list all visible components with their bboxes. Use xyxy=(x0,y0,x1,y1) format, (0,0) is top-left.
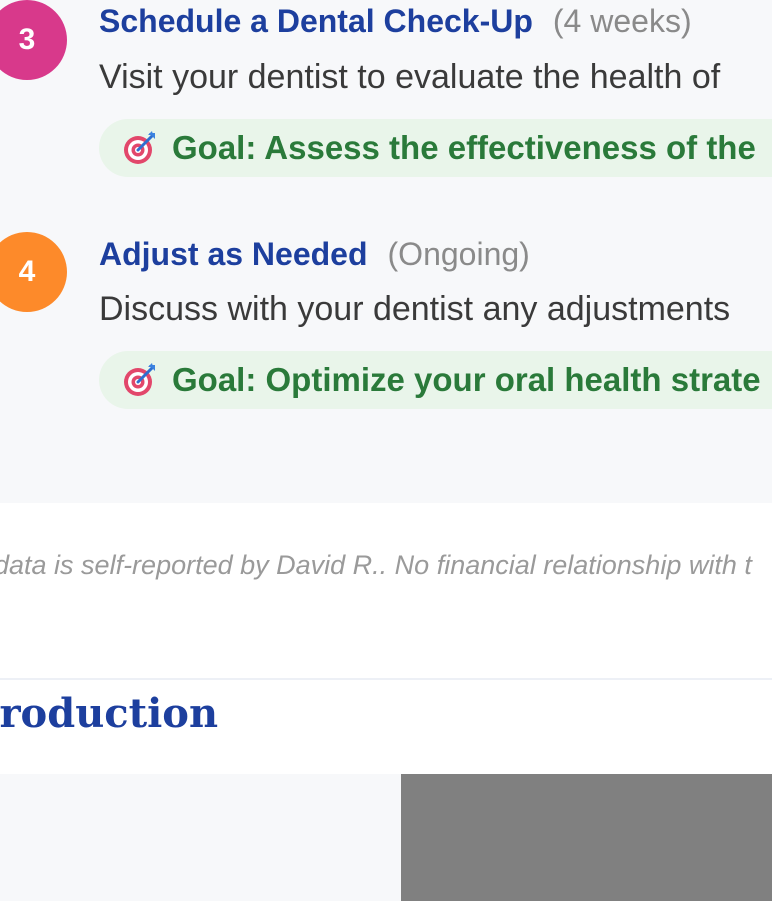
target-dart-icon xyxy=(124,363,155,396)
step-number: 4 xyxy=(18,255,36,288)
step-goal-text: Goal: Optimize your oral health strate xyxy=(172,361,761,398)
step-goal-pill: Goal: Optimize your oral health strate xyxy=(99,351,772,409)
step-number: 3 xyxy=(18,23,36,56)
intro-image-placeholder xyxy=(401,774,772,901)
step-title: Adjust as Needed xyxy=(99,236,368,272)
introduction-heading: troduction xyxy=(0,690,219,737)
step-duration: (Ongoing) xyxy=(387,236,530,272)
step-number-badge: 3 xyxy=(0,0,67,80)
section-divider xyxy=(0,678,772,680)
step-goal-pill: Goal: Assess the effectiveness of the xyxy=(99,119,772,177)
step-title-row: Adjust as Needed (Ongoing) xyxy=(99,234,530,274)
step-goal-text: Goal: Assess the effectiveness of the xyxy=(172,129,756,166)
page-viewport: 3 Schedule a Dental Check-Up (4 weeks) Vi… xyxy=(0,0,772,901)
target-dart-icon xyxy=(124,131,155,164)
step-duration: (4 weeks) xyxy=(552,3,692,39)
step-description: Discuss with your dentist any adjustment… xyxy=(99,290,731,328)
step-number-badge: 4 xyxy=(0,232,67,312)
step-title-row: Schedule a Dental Check-Up (4 weeks) xyxy=(99,1,692,41)
step-title: Schedule a Dental Check-Up xyxy=(99,3,533,39)
step-description: Visit your dentist to evaluate the healt… xyxy=(99,58,721,96)
intro-text-area xyxy=(0,774,401,901)
self-reported-disclaimer: data is self-reported by David R.. No fi… xyxy=(0,550,752,580)
action-plan-steps-panel: 3 Schedule a Dental Check-Up (4 weeks) Vi… xyxy=(0,0,772,503)
